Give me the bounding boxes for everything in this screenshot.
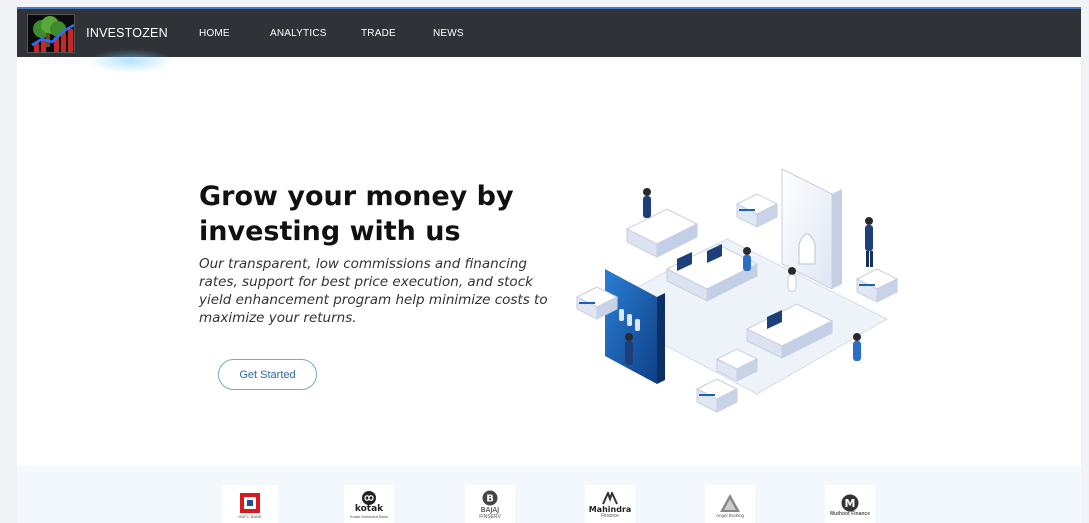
- partner-sub: Kotak Mahindra Bank: [349, 514, 389, 519]
- angel-broking-triangle-icon: [720, 493, 740, 512]
- mahindra-m-icon: [602, 491, 618, 504]
- partner-mahindra-logo[interactable]: Mahindra Finance: [585, 485, 635, 523]
- bajaj-b-icon: B: [482, 490, 498, 506]
- svg-text:M: M: [845, 497, 856, 510]
- partner-hdfc-logo[interactable]: HDFC BANK: [222, 485, 278, 523]
- isometric-office-illustration: [575, 168, 899, 413]
- partner-sub: Muthoot Finance: [830, 510, 870, 517]
- partner-logos-strip: HDFC BANK kotak Kotak Mahindra Bank B BA…: [17, 466, 1081, 523]
- nav-news[interactable]: NEWS: [433, 9, 464, 57]
- page: INVESTOZEN HOME ANALYTICS TRADE NEWS Gro…: [17, 7, 1081, 523]
- get-started-button[interactable]: Get Started: [218, 359, 317, 390]
- brand-link[interactable]: INVESTOZEN: [76, 9, 178, 57]
- hero-description: Our transparent, low commissions and fin…: [199, 256, 548, 326]
- kotak-infinity-icon: [362, 491, 376, 505]
- svg-text:B: B: [486, 494, 494, 505]
- logo-icon[interactable]: [27, 14, 75, 53]
- partner-kotak-logo[interactable]: kotak Kotak Mahindra Bank: [344, 485, 394, 523]
- partner-name: kotak: [354, 504, 384, 514]
- navbar: INVESTOZEN HOME ANALYTICS TRADE NEWS: [17, 9, 1081, 73]
- muthoot-m-icon: M: [841, 494, 859, 511]
- partner-sub: FINSERV: [479, 514, 501, 520]
- hdfc-bank-icon: [240, 492, 260, 513]
- nav-analytics[interactable]: ANALYTICS: [270, 9, 327, 57]
- hero-title: Grow your money by investing with us: [199, 181, 514, 247]
- partner-muthoot-logo[interactable]: M Muthoot Finance: [825, 485, 875, 523]
- partner-bajaj-logo[interactable]: B BAJAJ FINSERV: [465, 485, 515, 523]
- nav-trade[interactable]: TRADE: [361, 9, 396, 57]
- nav-home[interactable]: HOME: [199, 9, 230, 57]
- partner-sub: Angel Broking: [715, 512, 745, 518]
- partner-sub: Finance: [601, 512, 619, 519]
- partner-angel-logo[interactable]: Angel Broking: [705, 485, 755, 523]
- partner-sub: HDFC BANK: [238, 513, 262, 519]
